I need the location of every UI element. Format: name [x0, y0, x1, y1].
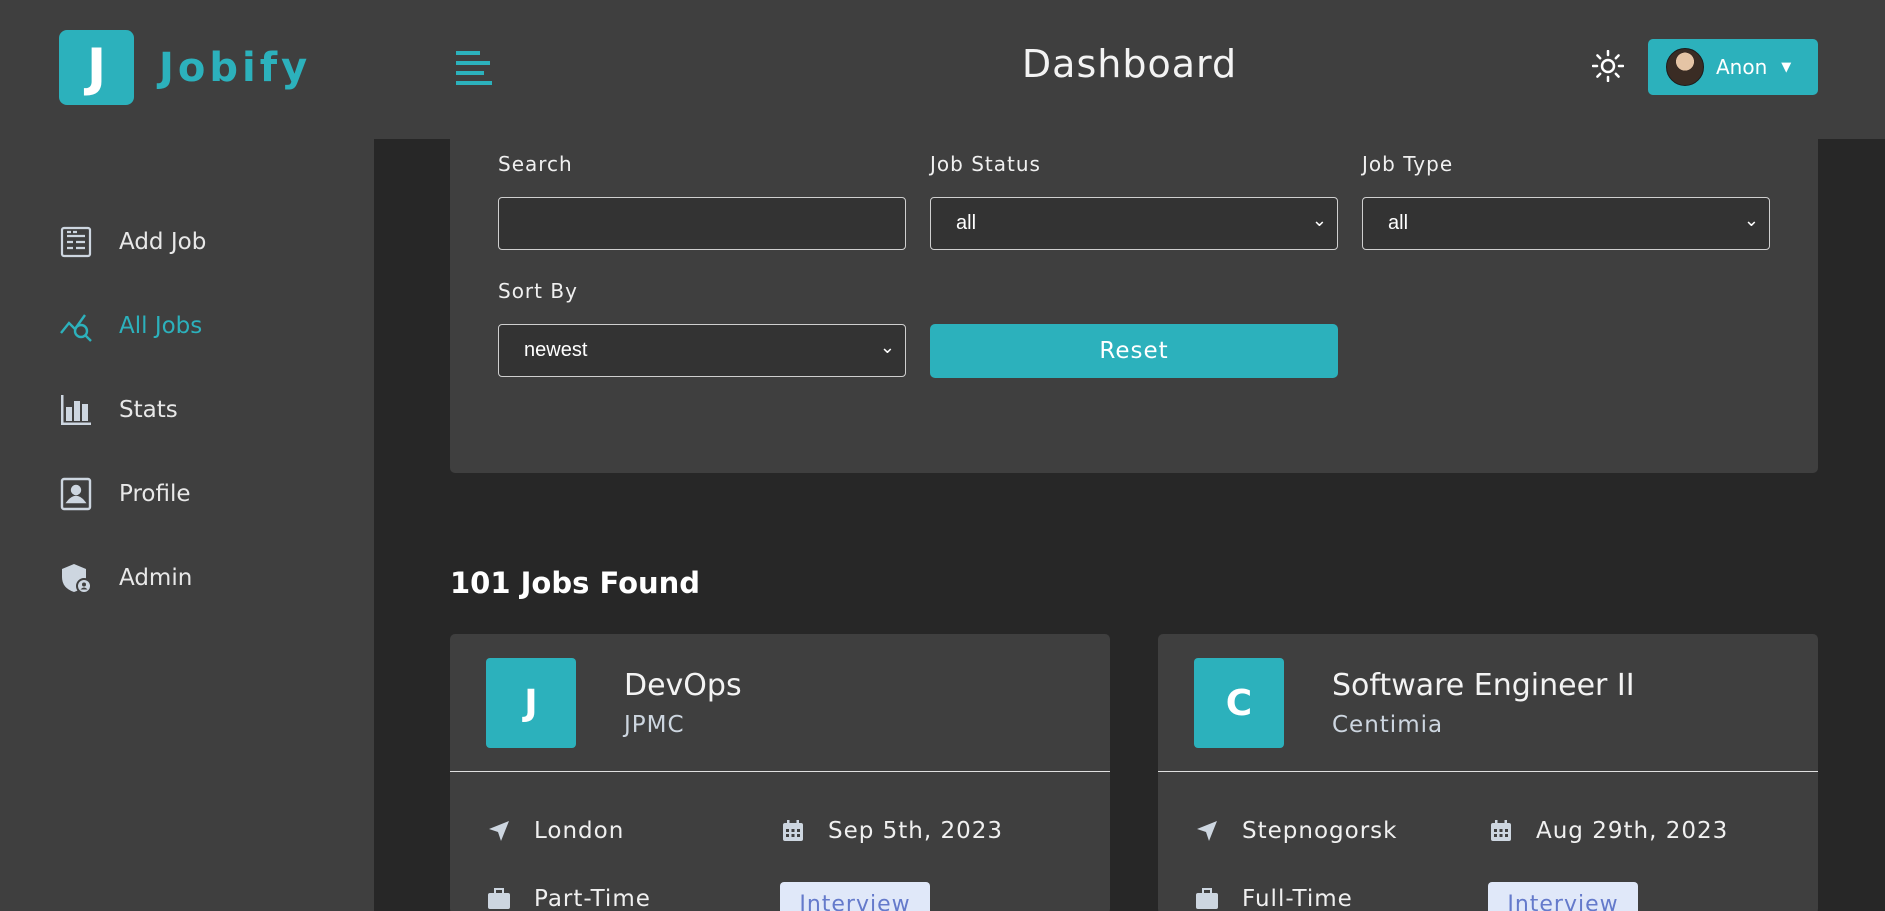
sidebar-item-label: Stats — [119, 397, 178, 423]
brand-logo[interactable]: J Jobify — [59, 30, 311, 105]
profile-icon — [59, 477, 93, 511]
calendar-icon — [780, 818, 806, 844]
chevron-down-icon: ⌄ — [1311, 210, 1327, 230]
job-type-label: Job Type — [1362, 152, 1454, 176]
location-arrow-icon — [486, 818, 512, 844]
job-status-select[interactable]: all ⌄ — [930, 197, 1338, 250]
sidebar-item-stats[interactable]: Stats — [59, 368, 206, 452]
search-input[interactable] — [498, 197, 906, 250]
top-navbar: Dashboard Anon ▼ — [374, 0, 1885, 139]
chevron-down-icon: ⌄ — [879, 337, 895, 357]
sidebar-item-label: Admin — [119, 565, 193, 591]
job-date: Aug 29th, 2023 — [1488, 818, 1728, 844]
job-location-text: Stepnogorsk — [1242, 818, 1398, 844]
chevron-down-icon: ⌄ — [1743, 210, 1759, 230]
sidebar-item-profile[interactable]: Profile — [59, 452, 206, 536]
logo-mark: J — [59, 30, 134, 105]
stats-icon — [59, 393, 93, 427]
calendar-icon — [1488, 818, 1514, 844]
card-divider — [1158, 771, 1818, 772]
admin-shield-icon — [59, 561, 93, 595]
card-divider — [450, 771, 1110, 772]
caret-down-icon: ▼ — [1781, 59, 1792, 75]
job-position: Software Engineer II — [1332, 668, 1635, 703]
company-initial-badge: C — [1194, 658, 1284, 748]
job-type-text: Full-Time — [1242, 886, 1353, 911]
user-menu-button[interactable]: Anon ▼ — [1648, 39, 1818, 95]
job-card: C Software Engineer II Centimia Stepnogo… — [1158, 634, 1818, 911]
job-type: Part-Time — [486, 886, 651, 911]
status-badge: Interview — [780, 882, 930, 911]
job-date-text: Aug 29th, 2023 — [1536, 818, 1729, 844]
job-location: Stepnogorsk — [1194, 818, 1397, 844]
briefcase-icon — [1194, 886, 1220, 911]
job-status-value: all — [956, 212, 977, 234]
company-initial-badge: J — [486, 658, 576, 748]
job-location: London — [486, 818, 624, 844]
job-type-text: Part-Time — [534, 886, 651, 911]
sort-by-value: newest — [524, 339, 588, 361]
sidebar-item-all-jobs[interactable]: All Jobs — [59, 284, 206, 368]
status-badge: Interview — [1488, 882, 1638, 911]
job-type: Full-Time — [1194, 886, 1353, 911]
job-date: Sep 5th, 2023 — [780, 818, 1003, 844]
sidebar: J Jobify Add Job All Jobs Stats Profile … — [0, 0, 374, 911]
sidebar-item-add-job[interactable]: Add Job — [59, 200, 206, 284]
sort-by-label: Sort By — [498, 279, 578, 303]
job-date-text: Sep 5th, 2023 — [828, 818, 1004, 844]
sidebar-item-label: All Jobs — [119, 313, 203, 339]
sidebar-item-label: Add Job — [119, 229, 207, 255]
reset-button[interactable]: Reset — [930, 324, 1338, 378]
sort-by-select[interactable]: newest ⌄ — [498, 324, 906, 377]
job-card: J DevOps JPMC London Sep 5th, 2023 Part-… — [450, 634, 1110, 911]
job-type-value: all — [1388, 212, 1409, 234]
job-company: Centimia — [1332, 712, 1444, 738]
all-jobs-icon — [59, 309, 93, 343]
search-filters-form: Search Job Status all ⌄ Job Type all ⌄ S… — [450, 139, 1818, 473]
sun-icon — [1591, 49, 1625, 83]
job-status-label: Job Status — [930, 152, 1041, 176]
theme-toggle-button[interactable] — [1591, 49, 1625, 83]
jobs-found-heading: 101 Jobs Found — [450, 566, 701, 600]
user-name: Anon — [1716, 55, 1768, 79]
job-company: JPMC — [624, 712, 685, 738]
sidebar-item-label: Profile — [119, 481, 191, 507]
avatar — [1666, 48, 1704, 86]
brand-name: Jobify — [159, 44, 312, 91]
location-arrow-icon — [1194, 818, 1220, 844]
briefcase-icon — [486, 886, 512, 911]
add-job-icon — [59, 225, 93, 259]
job-type-select[interactable]: all ⌄ — [1362, 197, 1770, 250]
job-location-text: London — [534, 818, 625, 844]
sidebar-item-admin[interactable]: Admin — [59, 536, 206, 620]
job-position: DevOps — [624, 668, 742, 703]
sidebar-nav: Add Job All Jobs Stats Profile Admin — [59, 200, 206, 620]
search-label: Search — [498, 152, 573, 176]
